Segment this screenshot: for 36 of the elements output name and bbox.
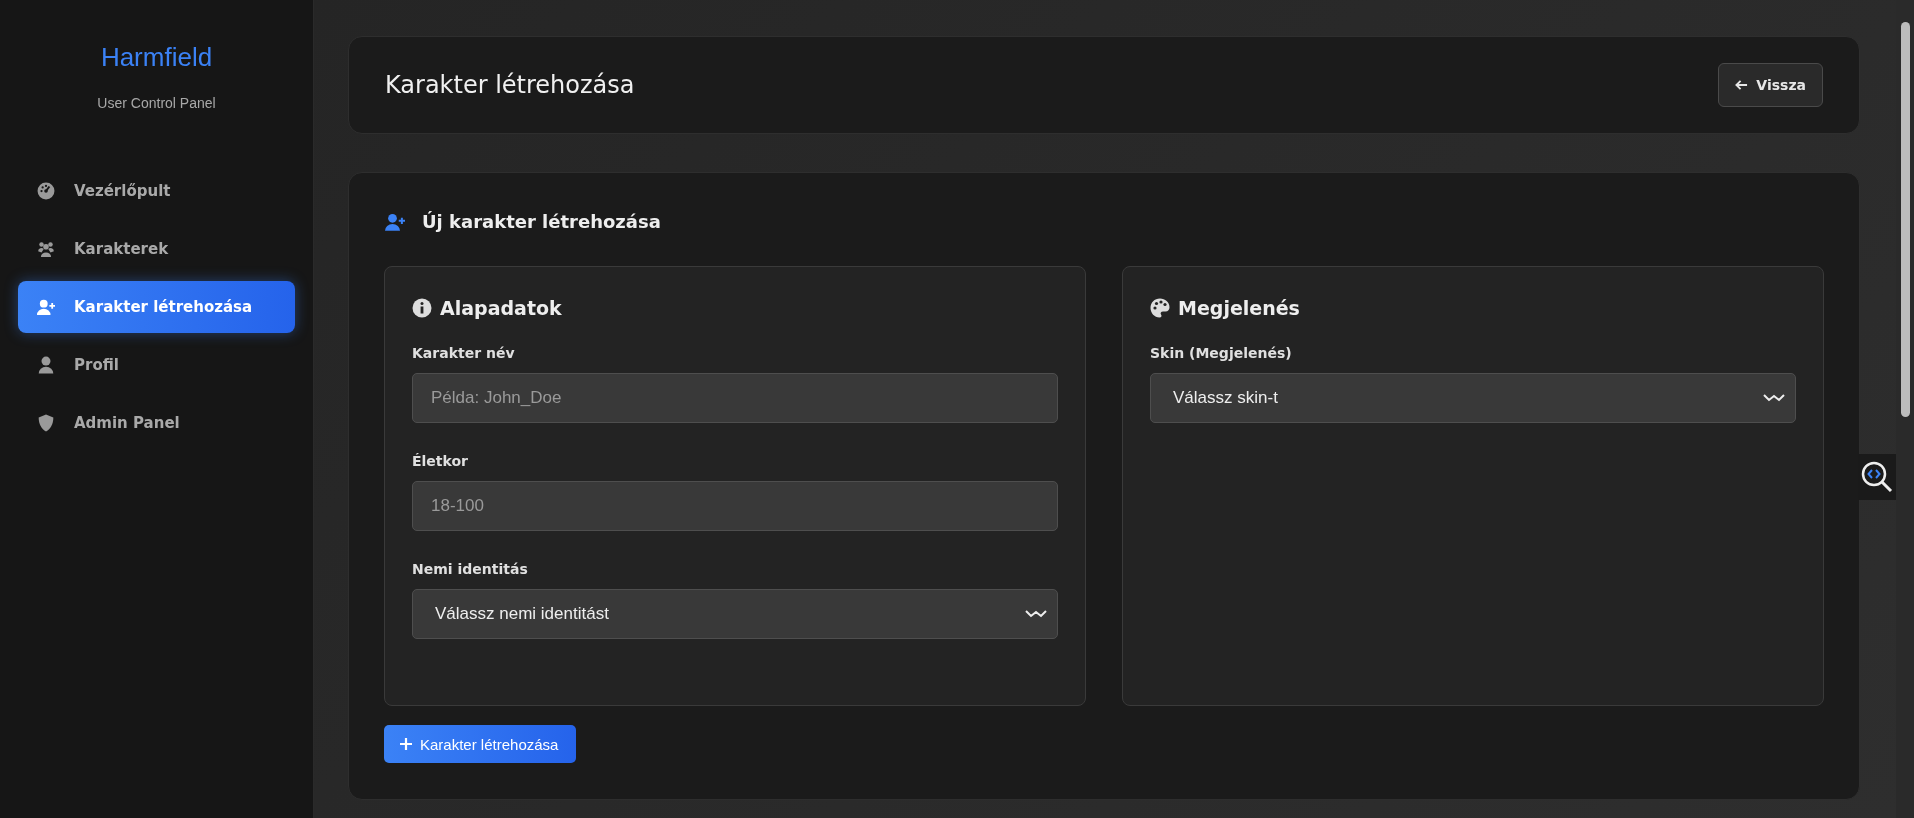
- back-button[interactable]: Vissza: [1718, 63, 1823, 107]
- form-title: Új karakter létrehozása: [422, 211, 661, 232]
- create-button[interactable]: Karakter létrehozása: [384, 725, 577, 763]
- scrollbar-thumb[interactable]: [1901, 22, 1910, 417]
- section-title: Alapadatok: [440, 297, 562, 319]
- arrow-left-icon: [1735, 79, 1749, 91]
- inspect-button[interactable]: [1858, 454, 1896, 500]
- user-icon: [36, 356, 56, 374]
- code-search-icon: [1860, 460, 1894, 494]
- shield-icon: [36, 414, 56, 432]
- users-icon: [36, 240, 56, 258]
- select-field[interactable]: Válassz nemi identitást: [412, 589, 1058, 639]
- plus-icon: [400, 738, 412, 750]
- field-label: Skin (Megjelenés): [1150, 345, 1293, 361]
- sidebar-item[interactable]: Profil: [18, 339, 295, 391]
- select-field[interactable]: Válassz skin-t: [1150, 373, 1796, 423]
- sidebar-item[interactable]: Vezérlőpult: [18, 165, 295, 217]
- field-label: Életkor: [412, 453, 469, 469]
- palette-icon: [1150, 298, 1170, 318]
- gauge-icon: [36, 182, 56, 200]
- field-label: Nemi identitás: [412, 561, 529, 577]
- chevron-down-icon: [1025, 609, 1047, 619]
- section-title: Megjelenés: [1178, 297, 1300, 319]
- brand-title: Harmfield: [99, 42, 214, 73]
- info-icon: [412, 298, 432, 318]
- input-field[interactable]: Példa: John_Doe: [412, 373, 1058, 423]
- brand-subtitle: User Control Panel: [96, 95, 217, 111]
- field-label: Karakter név: [412, 345, 516, 361]
- sidebar-item[interactable]: Karakter létrehozása: [18, 281, 295, 333]
- sidebar-item[interactable]: Admin Panel: [18, 397, 295, 449]
- sidebar-item[interactable]: Karakterek: [18, 223, 295, 275]
- user-plus-icon: [384, 211, 406, 232]
- chevron-down-icon: [1763, 393, 1785, 403]
- input-field[interactable]: 18-100: [412, 481, 1058, 531]
- page-title: Karakter létrehozása: [385, 71, 635, 99]
- user-plus-icon: [36, 298, 56, 316]
